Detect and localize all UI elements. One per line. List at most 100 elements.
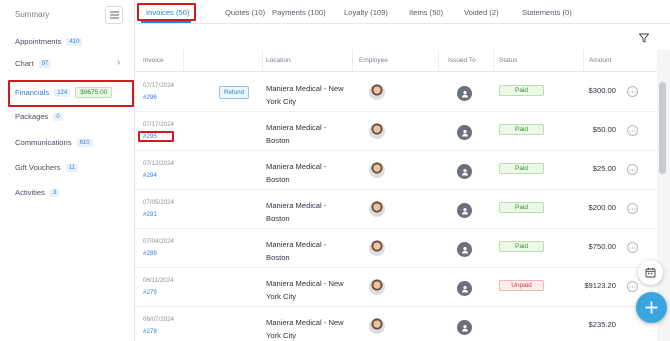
- more-options-icon[interactable]: [627, 203, 638, 214]
- column-divider: [262, 50, 263, 72]
- calendar-icon: [645, 267, 656, 278]
- issued-to-avatar: [457, 281, 472, 296]
- sidebar-item-label: Communications: [15, 138, 72, 147]
- location: Maniera Medical - Boston: [266, 240, 327, 262]
- employee-avatar: [369, 240, 385, 256]
- chevron-right-icon[interactable]: ›: [117, 57, 120, 68]
- table-row[interactable]: 06/07/2024 #278 Maniera Medical - New Yo…: [135, 307, 657, 341]
- sidebar-item-chart[interactable]: Chart 97: [15, 59, 52, 68]
- column-divider: [493, 50, 494, 72]
- location: Maniera Medical - Boston: [266, 162, 327, 184]
- issued-to-avatar: [457, 125, 472, 140]
- add-button[interactable]: [636, 292, 667, 323]
- invoice-date: 07/17/2024: [143, 121, 174, 128]
- issued-to-avatar: [457, 164, 472, 179]
- sidebar-item-activities[interactable]: Activities 3: [15, 188, 60, 197]
- table-header: Invoice Location Employee Issued To Stat…: [135, 50, 657, 72]
- issued-to-avatar: [457, 86, 472, 101]
- sidebar-item-appointments[interactable]: Appointments 410: [15, 37, 83, 46]
- tab-payments[interactable]: Payments (100): [272, 8, 326, 17]
- active-tab-indicator: [141, 21, 191, 23]
- invoice-number-link[interactable]: #296: [143, 94, 157, 101]
- column-divider: [438, 50, 439, 72]
- table-row[interactable]: 07/05/2024 #291 Maniera Medical - Boston…: [135, 190, 657, 229]
- table-row[interactable]: 07/12/2024 #294 Maniera Medical - Boston…: [135, 151, 657, 190]
- column-header-status[interactable]: Status: [499, 57, 517, 64]
- person-icon: [461, 285, 468, 292]
- sidebar-item-packages[interactable]: Packages 0: [15, 112, 63, 121]
- tab-bar: Invoices (50) Quotes (10) Payments (100)…: [135, 0, 670, 24]
- column-header-amount[interactable]: Amount: [589, 57, 611, 64]
- location: Maniera Medical - New York City: [266, 318, 344, 340]
- list-icon: [109, 11, 119, 19]
- column-header-invoice[interactable]: Invoice: [143, 57, 164, 64]
- calendar-button[interactable]: [638, 260, 663, 285]
- count-badge: 0: [53, 112, 63, 121]
- person-icon: [461, 207, 468, 214]
- sidebar-item-label: Packages: [15, 112, 49, 121]
- issued-to-avatar: [457, 320, 472, 335]
- invoice-number-link[interactable]: #291: [143, 211, 157, 218]
- more-options-icon[interactable]: [627, 125, 638, 136]
- sidebar-summary[interactable]: Summary: [15, 10, 49, 19]
- sidebar-item-label: Chart: [15, 59, 34, 68]
- invoice-number-link[interactable]: #289: [143, 250, 157, 257]
- sidebar-item-label: Appointments: [15, 37, 62, 46]
- tab-items[interactable]: Items (50): [409, 8, 443, 17]
- column-header-location[interactable]: Location: [266, 57, 291, 64]
- status-badge: Paid: [499, 163, 544, 174]
- column-header-employee[interactable]: Employee: [359, 57, 388, 64]
- highlight-box-financials: [8, 80, 134, 107]
- employee-avatar: [369, 201, 385, 217]
- sidebar-item-communications[interactable]: Communications 610: [15, 138, 93, 147]
- invoice-amount: $25.00: [592, 164, 616, 173]
- table-row[interactable]: 07/04/2024 #289 Maniera Medical - Boston…: [135, 229, 657, 268]
- invoice-amount: $300.00: [588, 86, 616, 95]
- sidebar-item-label: Gift Vouchers: [15, 163, 61, 172]
- column-divider: [183, 50, 184, 72]
- tab-statements[interactable]: Statements (0): [522, 8, 572, 17]
- invoice-number-link[interactable]: #294: [143, 172, 157, 179]
- invoice-amount: $750.00: [588, 242, 616, 251]
- more-options-icon[interactable]: [627, 281, 638, 292]
- invoice-date: 07/12/2024: [143, 160, 174, 167]
- more-options-icon[interactable]: [627, 86, 638, 97]
- employee-avatar: [369, 279, 385, 295]
- plus-icon: [645, 301, 658, 314]
- tab-voided[interactable]: Voided (2): [464, 8, 499, 17]
- table-row[interactable]: 07/17/2024 #296 Refund Maniera Medical -…: [135, 73, 657, 112]
- refund-tag[interactable]: Refund: [219, 86, 249, 99]
- person-icon: [461, 129, 468, 136]
- person-icon: [461, 90, 468, 97]
- scrollbar-thumb[interactable]: [659, 82, 666, 174]
- table-row[interactable]: 06/11/2024 #279 Maniera Medical - New Yo…: [135, 268, 657, 307]
- tab-quotes[interactable]: Quotes (10): [225, 8, 265, 17]
- employee-avatar: [369, 84, 385, 100]
- count-badge: 3: [49, 188, 60, 197]
- tab-loyalty[interactable]: Loyalty (109): [344, 8, 388, 17]
- invoice-date: 06/11/2024: [143, 277, 174, 284]
- invoice-amount: $50.00: [592, 125, 616, 134]
- column-divider: [583, 50, 584, 72]
- employee-avatar: [369, 123, 385, 139]
- filter-icon[interactable]: [638, 30, 650, 48]
- employee-avatar: [369, 318, 385, 334]
- more-options-icon[interactable]: [627, 164, 638, 175]
- invoice-number-link[interactable]: #279: [143, 289, 157, 296]
- column-header-issued-to[interactable]: Issued To: [448, 57, 476, 64]
- more-options-icon[interactable]: [627, 242, 638, 253]
- issued-to-avatar: [457, 242, 472, 257]
- status-badge: Paid: [499, 241, 544, 252]
- sidebar-item-gift-vouchers[interactable]: Gift Vouchers 11: [15, 163, 78, 172]
- count-badge: 610: [76, 138, 93, 147]
- table-row[interactable]: 07/17/2024 #295 Maniera Medical - Boston…: [135, 112, 657, 151]
- issued-to-avatar: [457, 203, 472, 218]
- highlight-box-invoice-number: [138, 131, 174, 142]
- column-divider: [352, 50, 353, 72]
- invoice-number-link[interactable]: #278: [143, 328, 157, 335]
- location: Maniera Medical - Boston: [266, 123, 327, 145]
- person-icon: [461, 168, 468, 175]
- sidebar-menu-button[interactable]: [105, 6, 123, 24]
- invoice-amount: $235.20: [588, 320, 616, 329]
- sidebar: Summary Appointments 410 Chart 97 › Fina…: [0, 0, 135, 341]
